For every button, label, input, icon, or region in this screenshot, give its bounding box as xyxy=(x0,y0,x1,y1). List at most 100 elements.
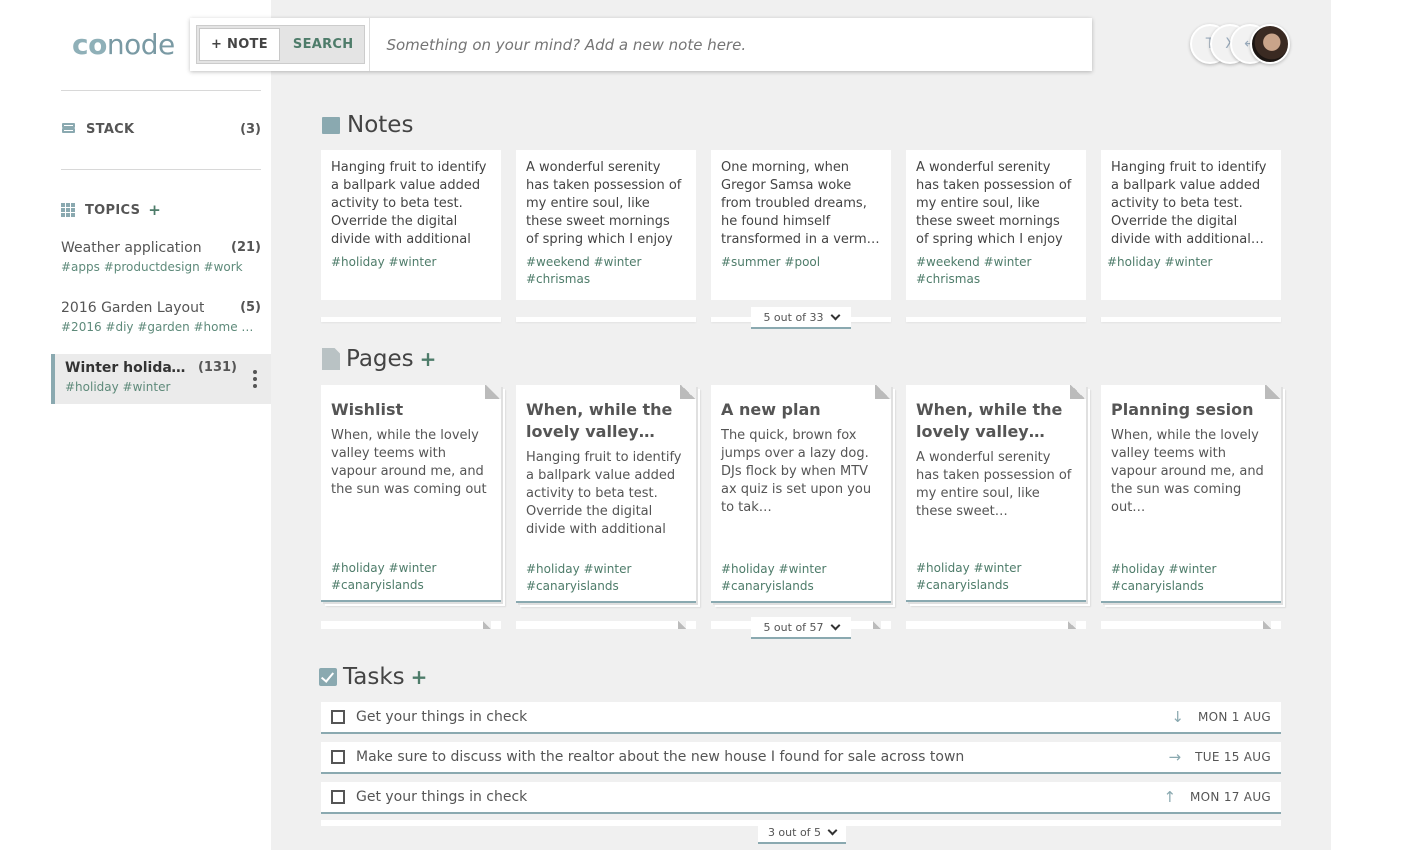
chevron-down-icon xyxy=(830,310,840,320)
task-checkbox[interactable] xyxy=(331,790,345,804)
notes-pager[interactable]: 5 out of 33 xyxy=(751,307,851,329)
search-button[interactable]: SEARCH xyxy=(282,26,365,63)
notes-pager-label: 5 out of 33 xyxy=(763,310,824,324)
top-bar: + NOTE SEARCH xyxy=(190,18,1092,71)
note-tags: #holiday #winter xyxy=(1107,255,1213,269)
topic-count: (131) xyxy=(197,360,237,375)
note-card[interactable]: Hanging fruit to identify a ballpark val… xyxy=(321,150,501,300)
note-body: Hanging fruit to identify a ballpark val… xyxy=(1111,160,1267,247)
mode-switch: + NOTE SEARCH xyxy=(196,25,366,64)
topic-count: (5) xyxy=(240,300,261,315)
arrow-right-icon: → xyxy=(1168,748,1182,766)
divider xyxy=(61,169,261,170)
tasks-section-title: Tasks + xyxy=(319,664,427,690)
page-icon xyxy=(322,348,340,370)
pages-pager[interactable]: 5 out of 57 xyxy=(751,617,851,639)
add-task-button[interactable]: + xyxy=(411,665,428,689)
app-logo[interactable]: conode xyxy=(72,28,175,61)
add-topic-button[interactable]: + xyxy=(148,201,161,219)
task-date: TUE 15 AUG xyxy=(1195,750,1271,764)
user-avatar[interactable] xyxy=(1250,24,1290,64)
sidebar: conode STACK (3) TOPICS + Weather applic… xyxy=(0,0,271,850)
note-body: A wonderful serenity has taken possessio… xyxy=(916,160,1072,247)
task-checkbox[interactable] xyxy=(331,750,345,764)
topics-label: TOPICS xyxy=(85,202,141,218)
topic-item-weather-application[interactable]: Weather application (21) #apps #productde… xyxy=(51,234,271,280)
task-row[interactable]: Make sure to discuss with the realtor ab… xyxy=(321,742,1281,774)
page-title: A new plan xyxy=(721,400,821,419)
more-options-icon[interactable] xyxy=(253,370,257,391)
task-checkbox[interactable] xyxy=(331,710,345,724)
logo-node: node xyxy=(106,28,175,61)
tasks-pager-label: 3 out of 5 xyxy=(767,825,822,839)
topic-item-garden-layout[interactable]: 2016 Garden Layout (5) #2016 #diy #garden… xyxy=(51,294,271,340)
page-corner xyxy=(875,385,891,399)
task-row[interactable]: Get your things in check ↑ MON 17 AUG xyxy=(321,782,1281,814)
task-row[interactable]: Get your things in check ↓ MON 1 AUG xyxy=(321,702,1281,734)
stack-count: (3) xyxy=(240,122,261,137)
note-body: A wonderful serenity has taken possessio… xyxy=(526,160,682,247)
note-tags: #holiday #winter xyxy=(331,255,437,269)
page-body: The quick, brown fox jumps over a lazy d… xyxy=(721,428,872,515)
checkbox-checked-icon xyxy=(319,668,337,686)
page-card-stub xyxy=(906,621,1086,629)
new-note-input[interactable] xyxy=(386,35,1087,54)
stack-item[interactable]: STACK (3) xyxy=(61,122,261,137)
topic-tags: #2016 #diy #garden #home #pro… xyxy=(61,320,261,334)
page-title: Wishlist xyxy=(331,400,404,419)
tasks-pager[interactable]: 3 out of 5 xyxy=(758,822,846,844)
note-card[interactable]: One morning, when Gregor Samsa woke from… xyxy=(711,150,891,300)
page-card[interactable]: When, while the lovely valley… Hanging f… xyxy=(516,385,696,603)
page-card-stub xyxy=(321,621,501,629)
note-card[interactable]: A wonderful serenity has taken possessio… xyxy=(906,150,1086,300)
arrow-up-icon: ↑ xyxy=(1163,788,1177,806)
note-card[interactable]: A wonderful serenity has taken possessio… xyxy=(516,150,696,300)
logo-co: co xyxy=(72,28,107,61)
divider xyxy=(61,90,261,91)
task-date: MON 1 AUG xyxy=(1197,710,1271,724)
page-corner xyxy=(680,385,696,399)
page-tags: #holiday #winter #canaryislands xyxy=(526,562,632,593)
topic-title: Winter holiday pl… xyxy=(65,360,192,376)
stack-label: STACK xyxy=(86,122,135,137)
note-card[interactable]: Hanging fruit to identify a ballpark val… xyxy=(1101,150,1281,300)
note-tags: #summer #pool xyxy=(721,255,821,269)
divider xyxy=(369,18,371,71)
notes-section-title: Notes xyxy=(322,112,413,138)
chevron-down-icon xyxy=(827,825,838,835)
page-tags: #holiday #winter #canaryislands xyxy=(1111,562,1217,593)
page-title: When, while the lovely valley… xyxy=(526,400,673,441)
page-body: Hanging fruit to identify a ballpark val… xyxy=(526,450,682,537)
task-text: Get your things in check xyxy=(356,709,528,725)
page-corner xyxy=(1265,385,1281,399)
pages-title: Pages xyxy=(346,346,414,372)
task-date: MON 17 AUG xyxy=(1190,790,1271,804)
page-tags: #holiday #winter #canaryislands xyxy=(721,562,827,593)
note-body: Hanging fruit to identify a ballpark val… xyxy=(331,160,487,247)
topics-header: TOPICS + xyxy=(61,201,261,219)
collaborator-avatars: T X ← xyxy=(1190,24,1290,66)
note-card-stub xyxy=(321,317,501,322)
topic-item-winter-holiday[interactable]: Winter holiday pl… (131) #holiday #winter xyxy=(51,354,271,404)
stack-icon xyxy=(61,122,76,137)
new-note-button[interactable]: + NOTE xyxy=(199,28,280,61)
task-text: Get your things in check xyxy=(356,789,528,805)
add-page-button[interactable]: + xyxy=(420,347,437,371)
page-card[interactable]: Wishlist When, while the lovely valley t… xyxy=(321,385,501,602)
page-body: When, while the lovely valley teems with… xyxy=(1111,428,1264,515)
note-icon xyxy=(322,116,340,134)
note-body: One morning, when Gregor Samsa woke from… xyxy=(721,160,880,247)
page-body: A wonderful serenity has taken possessio… xyxy=(916,450,1072,519)
page-card[interactable]: Planning sesion When, while the lovely v… xyxy=(1101,385,1281,603)
page-card[interactable]: A new plan The quick, brown fox jumps ov… xyxy=(711,385,891,603)
topic-tags: #apps #productdesign #work xyxy=(61,260,243,274)
page-corner xyxy=(1070,385,1086,399)
topic-title: Weather application xyxy=(61,240,202,256)
page-card[interactable]: When, while the lovely valley… A wonderf… xyxy=(906,385,1086,602)
notes-title: Notes xyxy=(347,112,414,138)
arrow-down-icon: ↓ xyxy=(1171,708,1184,726)
topic-count: (21) xyxy=(231,240,261,255)
page-corner xyxy=(485,385,501,399)
page-tags: #holiday #winter #canaryislands xyxy=(916,561,1022,592)
page-title: Planning sesion xyxy=(1111,400,1254,419)
